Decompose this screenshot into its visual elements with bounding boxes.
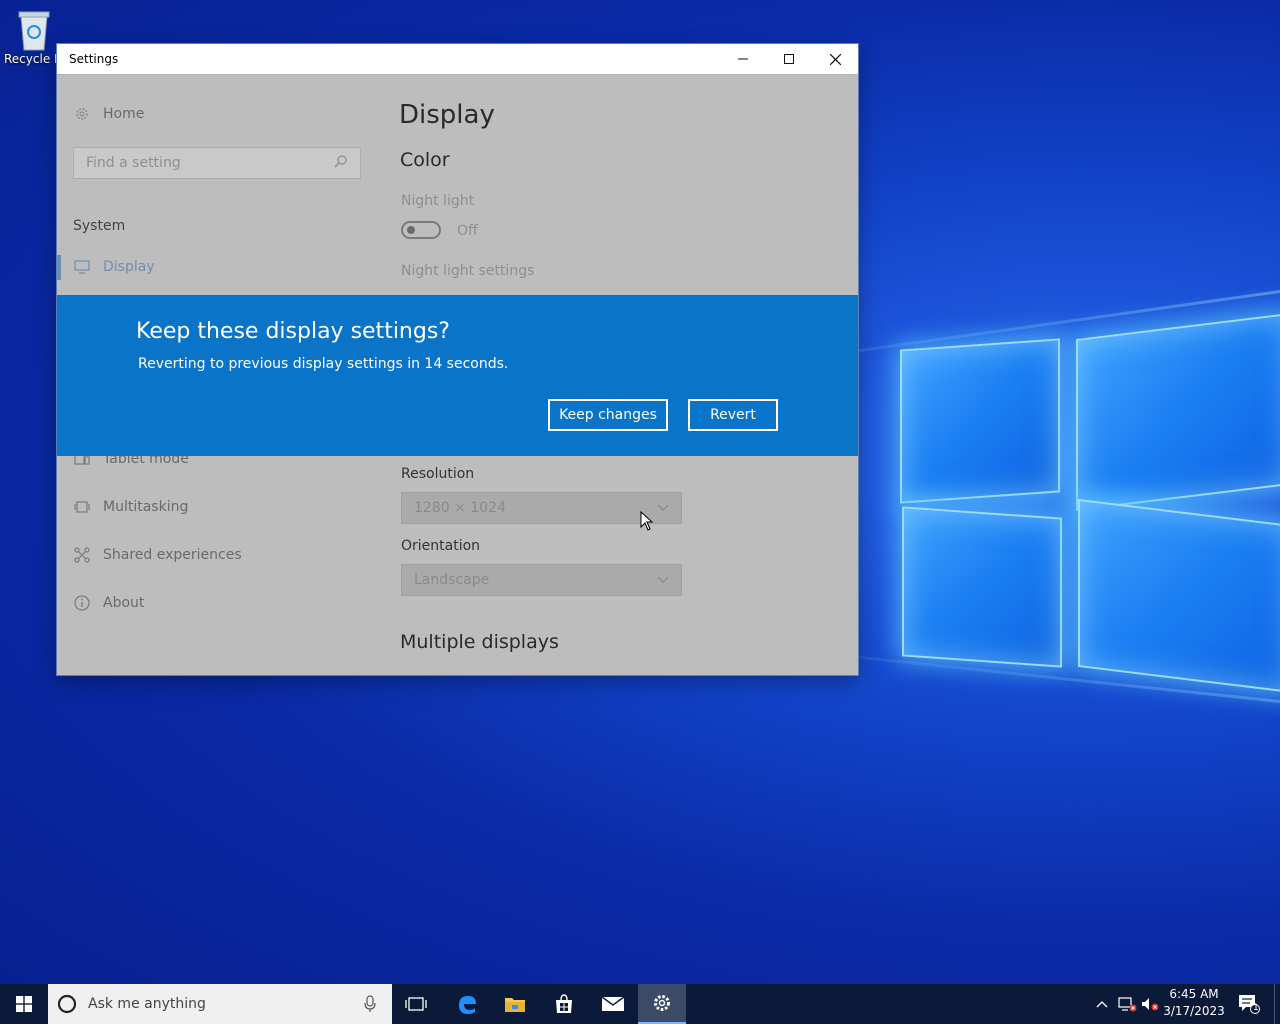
mouse-cursor-icon [640, 510, 654, 535]
task-view-icon [405, 997, 427, 1011]
night-light-state: Off [457, 223, 478, 239]
show-desktop-button[interactable] [1274, 984, 1280, 1024]
minimize-icon [738, 58, 748, 60]
sidebar-item-display[interactable]: Display [73, 258, 155, 276]
title-bar[interactable]: Settings [57, 44, 858, 74]
sidebar-item-label: Shared experiences [103, 547, 242, 563]
network-tray-button[interactable] [1116, 984, 1140, 1024]
sidebar-item-about[interactable]: About [73, 594, 144, 612]
action-center-button[interactable]: 1 [1234, 984, 1264, 1024]
mail-button[interactable] [589, 984, 637, 1024]
microphone-icon[interactable] [364, 995, 376, 1017]
close-button[interactable] [812, 44, 858, 74]
keep-display-settings-dialog: Keep these display settings? Reverting t… [57, 295, 858, 456]
clock-time: 6:45 AM [1169, 987, 1219, 1001]
volume-tray-button[interactable] [1140, 984, 1162, 1024]
orientation-value: Landscape [414, 572, 490, 588]
store-button[interactable] [540, 984, 588, 1024]
chevron-down-icon [657, 500, 669, 516]
info-icon [73, 594, 91, 612]
active-item-indicator [57, 255, 61, 280]
dialog-message: Reverting to previous display settings i… [138, 356, 509, 372]
gear-icon [654, 995, 670, 1011]
multitasking-icon [73, 498, 91, 516]
start-button[interactable] [0, 984, 48, 1024]
chevron-down-icon [657, 572, 669, 588]
cortana-search-text: Ask me anything [88, 996, 206, 1012]
minimize-button[interactable] [720, 44, 766, 74]
shared-experiences-icon [73, 546, 91, 564]
settings-taskbar-button[interactable] [638, 984, 686, 1024]
edge-browser-button[interactable] [443, 984, 491, 1024]
window-title: Settings [69, 52, 119, 66]
volume-muted-icon [1142, 998, 1159, 1011]
cortana-icon [57, 994, 77, 1018]
sidebar-item-label: Display [103, 259, 155, 275]
mail-icon [601, 996, 625, 1011]
chevron-up-icon [1096, 1001, 1108, 1008]
wallpaper-windows-logo [898, 312, 1280, 712]
orientation-label: Orientation [401, 538, 481, 554]
sidebar-section-system: System [73, 218, 126, 234]
night-light-toggle[interactable] [401, 221, 441, 239]
sidebar-item-label: Multitasking [103, 499, 189, 515]
resolution-label: Resolution [401, 466, 475, 482]
keep-changes-button[interactable]: Keep changes [548, 399, 668, 431]
clock-date: 3/17/2023 [1163, 1004, 1225, 1018]
notification-count-badge: 1 [1253, 1003, 1259, 1013]
toggle-knob [407, 226, 415, 234]
task-view-button[interactable] [392, 984, 440, 1024]
sidebar-home[interactable]: Home [73, 105, 144, 123]
gear-icon [73, 105, 91, 123]
file-explorer-button[interactable] [491, 984, 539, 1024]
sidebar-item-label: About [103, 595, 145, 611]
maximize-icon [784, 54, 794, 64]
dialog-title: Keep these display settings? [136, 319, 450, 344]
search-input[interactable]: Find a setting [73, 147, 361, 179]
recycle-bin-desktop-icon[interactable]: Recycle Bin [4, 8, 64, 66]
multiple-displays-heading: Multiple displays [400, 631, 559, 653]
folder-icon [505, 998, 525, 1012]
windows-start-icon [16, 996, 32, 1012]
night-light-settings-link[interactable]: Night light settings [401, 263, 534, 279]
search-placeholder: Find a setting [86, 155, 181, 171]
sidebar-item-shared-experiences[interactable]: Shared experiences [73, 546, 242, 564]
recycle-bin-label: Recycle Bin [4, 52, 57, 66]
cortana-search-box[interactable]: Ask me anything [48, 984, 392, 1024]
revert-button[interactable]: Revert [688, 399, 778, 431]
sidebar-item-multitasking[interactable]: Multitasking [73, 498, 188, 516]
edge-icon [459, 996, 476, 1014]
show-hidden-icons-button[interactable] [1092, 984, 1112, 1024]
night-light-label: Night light [401, 193, 475, 209]
page-title: Display [399, 100, 495, 130]
sidebar-home-label: Home [103, 106, 145, 122]
close-icon [829, 53, 841, 65]
search-icon [334, 154, 348, 172]
taskbar: Ask me anything 6:45 AM 3/17/2023 1 [0, 984, 1280, 1024]
network-disconnected-icon [1118, 997, 1137, 1012]
store-icon [556, 994, 572, 1013]
monitor-icon [73, 258, 91, 276]
taskbar-clock[interactable]: 6:45 AM 3/17/2023 [1162, 986, 1226, 1020]
recycle-bin-icon [15, 8, 53, 52]
maximize-button[interactable] [766, 44, 812, 74]
orientation-dropdown[interactable]: Landscape [401, 564, 682, 596]
resolution-value: 1280 × 1024 [414, 500, 506, 516]
color-heading: Color [400, 149, 450, 171]
